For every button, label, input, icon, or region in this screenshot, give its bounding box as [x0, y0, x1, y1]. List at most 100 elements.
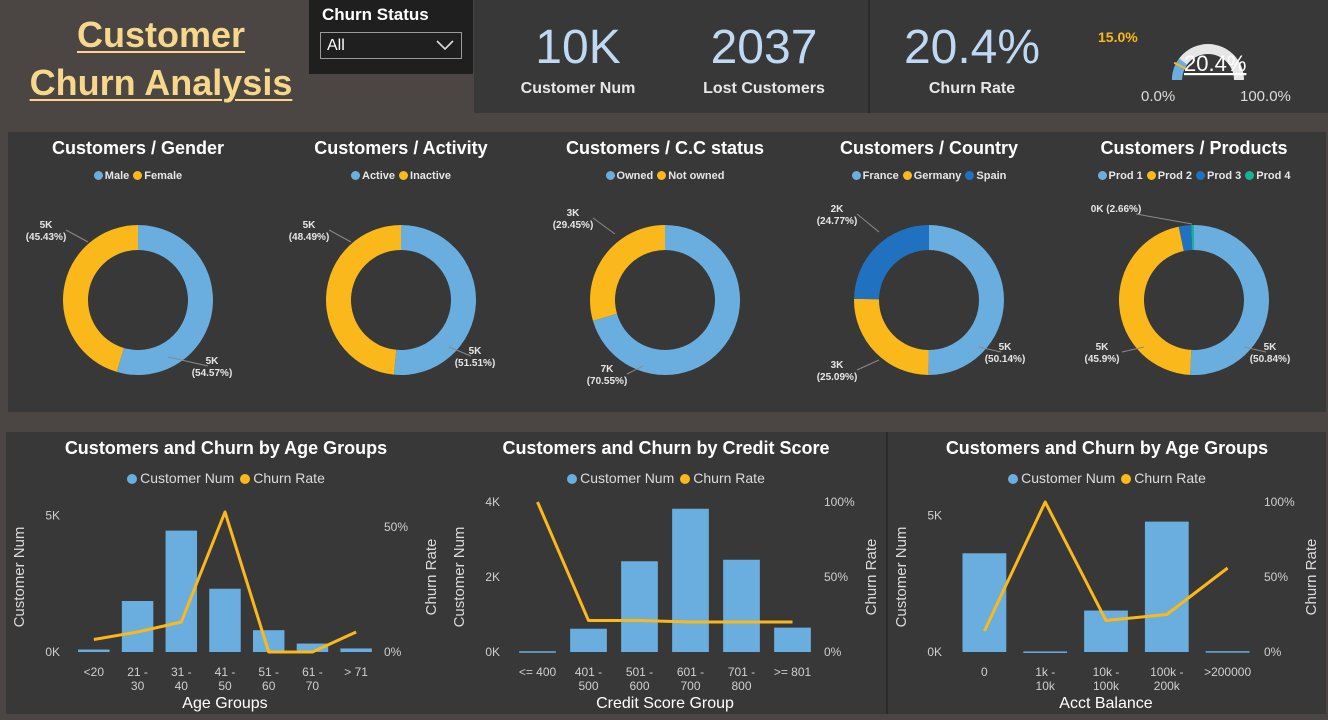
bar-400[interactable] — [519, 651, 556, 653]
y-axis-title: Customer Num — [893, 527, 910, 628]
donut-data-label: 5K — [40, 220, 54, 231]
donut-panel-country: Customers / Country France Germany Spain 5… — [798, 132, 1060, 412]
donut-chart: 7K(70.55%) 3K(29.45%) — [553, 208, 740, 387]
donut-slice-germany[interactable] — [854, 298, 929, 375]
donut-data-label: (24.77%) — [817, 216, 858, 227]
bar-41-50[interactable] — [209, 588, 241, 652]
kpi-churn-rate: 20.4% Churn Rate — [872, 0, 1072, 113]
donut-panel-activity: Customers / Activity Active Inactive 5K (5… — [270, 132, 532, 412]
y-tick-label: 5K — [927, 509, 942, 523]
donut-slice-france[interactable] — [928, 225, 1004, 375]
dropdown-value: All — [327, 37, 345, 54]
x-tick-label: >= 801 — [774, 665, 812, 679]
donut-data-label: (51.51%) — [455, 358, 496, 369]
bar-1k-10k[interactable] — [1023, 651, 1068, 653]
donut-data-label: (50.14%) — [985, 354, 1026, 365]
x-tick-label: 1k -10k — [1035, 665, 1056, 693]
donut-slice-spain[interactable] — [854, 225, 929, 300]
chevron-down-icon — [436, 40, 454, 51]
combo-chart-credit-score: Customers and Churn by Credit Score Cust… — [446, 432, 886, 714]
slicer-label: Churn Status — [322, 5, 429, 24]
bar-20[interactable] — [78, 649, 110, 652]
donut-leader-line — [856, 213, 880, 233]
chart-plot: 0K 5K 0% 50% Customer Num Churn Rate Age Group… — [11, 509, 440, 712]
y2-tick-label: 50% — [1264, 570, 1288, 584]
y2-tick-label: 0% — [1264, 645, 1282, 659]
bar-501-600[interactable] — [621, 561, 658, 652]
bar-71[interactable] — [340, 648, 372, 652]
donut-data-label: 5K — [1096, 342, 1110, 353]
x-tick-label: 501 -600 — [626, 665, 653, 693]
y2-tick-label: 100% — [1264, 495, 1295, 509]
x-axis-title: Credit Score Group — [596, 695, 734, 712]
churn-status-dropdown[interactable]: All — [320, 32, 462, 59]
donut-panel-cc-status: Customers / C.C status Owned Not owned 7K… — [534, 132, 796, 412]
donut-data-label: (48.49%) — [289, 232, 330, 243]
x-tick-label: 701 -800 — [728, 665, 755, 693]
gauge-max-label: 100.0% — [1240, 88, 1291, 105]
y-tick-label: 0K — [45, 645, 60, 659]
x-tick-label: 41 -50 — [215, 665, 236, 693]
y-axis-title: Customer Num — [11, 527, 28, 628]
y-tick-label: 0K — [485, 645, 500, 659]
gauge-target-label: 15.0% — [1098, 29, 1138, 45]
donut-panel-gender: Customers / Gender Male Female 5K (54.57%)… — [8, 132, 268, 412]
gauge-min-label: 0.0% — [1141, 88, 1175, 105]
x-tick-label: 401 -500 — [575, 665, 602, 693]
donut-data-label: 7K — [601, 364, 615, 375]
donut-data-label: (70.55%) — [587, 376, 628, 387]
x-tick-label: <= 400 — [519, 665, 557, 679]
y2-tick-label: 50% — [824, 570, 848, 584]
donut-chart: 5K(50.14%) 3K(25.09%) 2K(24.77%) — [817, 204, 1026, 383]
combo-chart-age-groups: Customers and Churn by Age Groups Custom… — [6, 432, 446, 714]
kpi-value: 10K — [535, 21, 621, 74]
x-tick-label: 61 -70 — [302, 665, 323, 693]
churn-gauge: 15.0% 20.4% 0.0% 100.0% — [1090, 0, 1326, 113]
donut-data-label: 3K — [567, 208, 581, 219]
donut-slice-prod-2[interactable] — [1119, 226, 1192, 375]
donut-leader-line — [328, 229, 352, 243]
kpi-value: 20.4% — [903, 21, 1041, 74]
combo-chart-acct-balance: Customers and Churn by Age Groups Custom… — [888, 432, 1326, 714]
donut-data-label: (29.45%) — [553, 220, 594, 231]
chart-plot: 0K 5K 0% 50% 100% Customer Num Churn Rate Acct … — [893, 495, 1320, 712]
bar-701-800[interactable] — [723, 559, 760, 652]
kpi-customer-num: 10K Customer Num — [490, 0, 666, 113]
x-tick-label: 31 -40 — [171, 665, 192, 693]
bar-401-500[interactable] — [570, 628, 607, 652]
donut-data-label: (54.57%) — [192, 368, 233, 379]
donut-data-label: 5K — [206, 356, 220, 367]
y2-tick-label: 50% — [384, 520, 408, 534]
x-tick-label: 0 — [981, 665, 988, 679]
y-tick-label: 4K — [485, 495, 500, 509]
bar-21-30[interactable] — [121, 601, 154, 652]
bar-0[interactable] — [962, 553, 1007, 652]
donut-slice-not-owned[interactable] — [590, 225, 665, 321]
kpi-divider — [868, 0, 870, 113]
bar-10k-100k[interactable] — [1084, 610, 1128, 652]
donut-data-label: 5K — [469, 346, 483, 357]
donut-slice-inactive[interactable] — [325, 225, 401, 375]
kpi-value: 2037 — [710, 21, 818, 74]
bar-601-700[interactable] — [672, 508, 709, 652]
x-axis-title: Age Groups — [182, 695, 267, 712]
y-tick-label: 5K — [45, 509, 60, 523]
bar-200000[interactable] — [1205, 651, 1250, 653]
x-tick-label: 21 -30 — [127, 665, 148, 693]
x-tick-label: 10k -100k — [1093, 665, 1120, 693]
kpi-lost-customers: 2037 Lost Customers — [676, 0, 852, 113]
bar-801[interactable] — [774, 627, 811, 652]
gauge-svg: 15.0% 20.4% 0.0% 100.0% — [1098, 29, 1291, 105]
bar-100k-200k[interactable] — [1144, 521, 1189, 652]
y2-tick-label: 0% — [824, 645, 842, 659]
title-box: Customer Churn Analysis — [6, 0, 306, 114]
donut-data-label: (50.84%) — [1250, 354, 1291, 365]
donut-slice-prod-1[interactable] — [1190, 225, 1269, 375]
y2-axis-title: Churn Rate — [863, 539, 880, 616]
y-axis-title: Customer Num — [451, 527, 468, 628]
dashboard-title-line2: Churn Analysis — [29, 62, 293, 103]
donut-data-label: 2K — [831, 204, 845, 215]
donut-data-label: (45.43%) — [26, 232, 67, 243]
dashboard-title-line1: Customer — [76, 14, 246, 55]
kpi-label: Customer Num — [520, 80, 636, 97]
